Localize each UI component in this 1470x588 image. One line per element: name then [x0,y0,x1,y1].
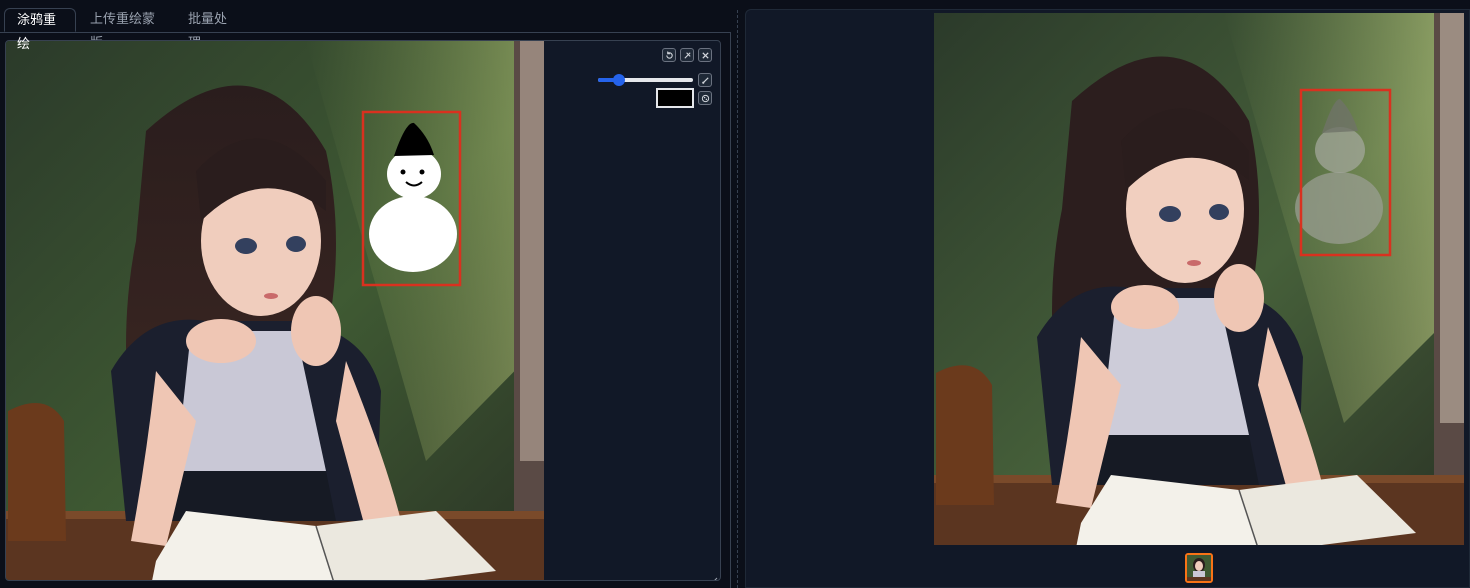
source-image[interactable] [6,41,544,581]
result-image[interactable] [934,13,1464,545]
thumbnail-image [1187,555,1211,581]
tab-upload-mask[interactable]: 上传重绘蒙版 [78,8,178,51]
undo-icon [665,50,673,59]
tab-bar: 涂鸦重绘 上传重绘蒙版 批量处理 [0,6,732,52]
clear-icon [683,51,691,59]
brush-size-slider[interactable] [598,74,693,86]
close-icon [701,51,709,59]
sketch-canvas[interactable] [5,40,721,581]
brush-color-swatch[interactable] [656,88,694,108]
clear-button[interactable] [680,48,694,62]
tab-sketch-inpaint[interactable]: 涂鸦重绘 [4,8,76,52]
panel-divider [737,10,738,588]
slider-thumb[interactable] [612,74,625,86]
brush-button[interactable] [698,73,712,87]
resize-handle[interactable] [710,570,718,580]
tab-batch[interactable]: 批量处理 [176,8,248,51]
palette-icon [701,94,709,102]
color-picker-button[interactable] [698,91,712,105]
undo-button[interactable] [662,48,676,62]
gallery-thumbnail-selected[interactable] [1185,553,1213,583]
close-button[interactable] [698,48,712,62]
brush-icon [701,76,709,84]
